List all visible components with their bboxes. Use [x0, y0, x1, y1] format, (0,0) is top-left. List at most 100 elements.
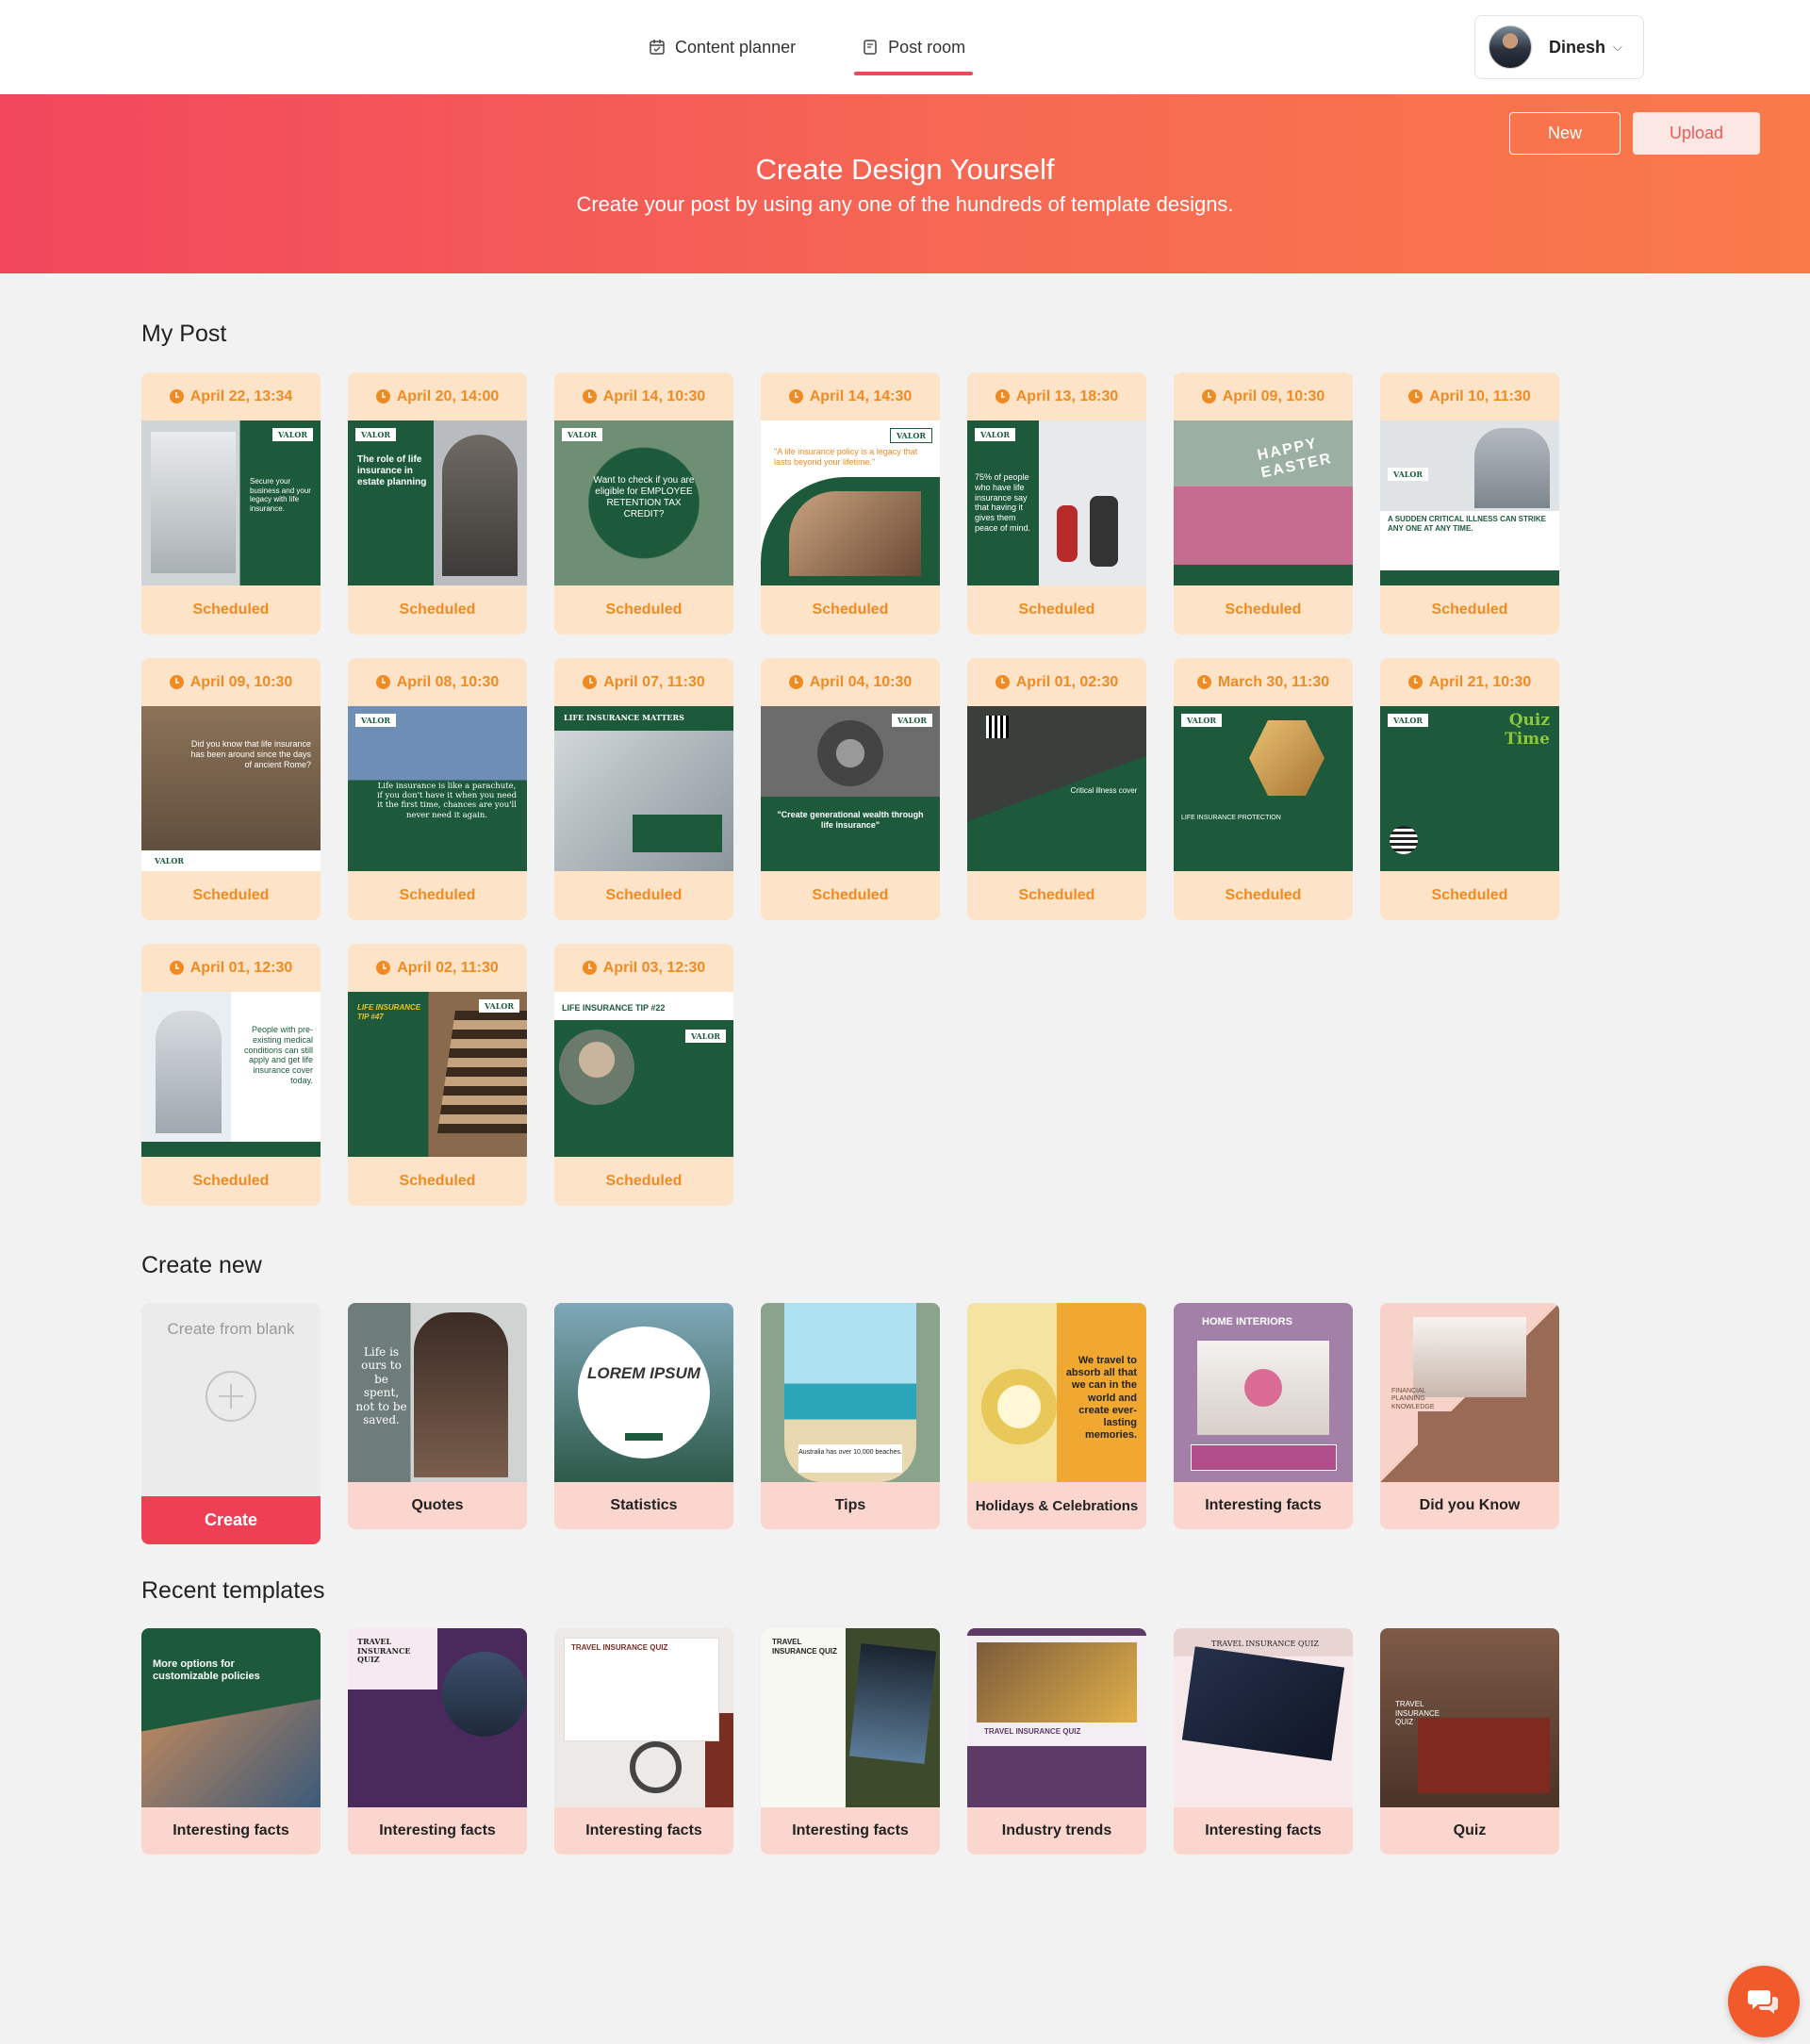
post-date: April 08, 10:30 — [348, 658, 527, 706]
chat-support-button[interactable] — [1728, 1966, 1800, 2037]
post-date-text: April 20, 14:00 — [396, 387, 500, 404]
template-card[interactable]: LOREM IPSUM Statistics — [554, 1303, 733, 1529]
template-card[interactable]: Australia has over 10,000 beaches. Tips — [761, 1303, 940, 1529]
post-date: April 01, 12:30 — [141, 944, 321, 992]
template-card[interactable]: TRAVEL INSURANCE QUIZ Interesting facts — [348, 1628, 527, 1854]
post-date: April 22, 13:34 — [141, 372, 321, 420]
template-card[interactable]: TRAVEL INSURANCE QUIZ Interesting facts — [761, 1628, 940, 1854]
post-headline: A SUDDEN CRITICAL ILLNESS CAN STRIKE ANY… — [1388, 515, 1547, 533]
post-headline: LIFE INSURANCE TIP #22 — [562, 1003, 666, 1013]
post-status: Scheduled — [605, 887, 683, 903]
template-card[interactable]: We travel to absorb all that we can in t… — [967, 1303, 1146, 1529]
post-card[interactable]: April 20, 14:00 VALOR The role of life i… — [348, 372, 527, 635]
create-button[interactable]: Create — [141, 1496, 321, 1544]
post-card[interactable]: April 03, 12:30 LIFE INSURANCE TIP #22 V… — [554, 944, 733, 1206]
post-thumbnail: VALOR "Create generational wealth throug… — [761, 706, 940, 871]
post-card[interactable]: April 10, 11:30 VALOR A SUDDEN CRITICAL … — [1380, 372, 1559, 635]
post-thumbnail: Critical illness cover — [967, 706, 1146, 871]
post-status: Scheduled — [812, 887, 889, 903]
avatar — [1489, 25, 1532, 69]
post-status: Scheduled — [605, 602, 683, 618]
post-card[interactable]: April 09, 10:30 VALOR Did you know that … — [141, 658, 321, 920]
post-thumbnail: VALOR Secure your business and your lega… — [141, 420, 321, 585]
post-date: March 30, 11:30 — [1174, 658, 1353, 706]
template-card[interactable]: FINANCIAL PLANNING KNOWLEDGE Did you Kno… — [1380, 1303, 1559, 1529]
post-status: Scheduled — [1018, 887, 1095, 903]
post-date-text: April 04, 10:30 — [809, 673, 913, 690]
post-status: Scheduled — [1225, 602, 1302, 618]
post-headline: "Create generational wealth through life… — [777, 810, 924, 830]
post-status: Scheduled — [192, 887, 270, 903]
post-card[interactable]: April 22, 13:34 VALOR Secure your busine… — [141, 372, 321, 635]
recent-templates-heading: Recent templates — [141, 1577, 325, 1604]
post-date-text: March 30, 11:30 — [1217, 673, 1330, 690]
template-label: Interesting facts — [1205, 1822, 1322, 1838]
template-thumb-text: Australia has over 10,000 beaches. — [798, 1449, 902, 1456]
post-card[interactable]: April 04, 10:30 VALOR "Create generation… — [761, 658, 940, 920]
hero-banner: New Upload Create Design Yourself Create… — [0, 94, 1810, 273]
template-thumbnail: We travel to absorb all that we can in t… — [967, 1303, 1146, 1482]
post-card[interactable]: April 09, 10:30 HAPPY EASTER Scheduled — [1174, 372, 1353, 635]
post-date: April 13, 18:30 — [967, 372, 1146, 420]
create-from-blank-card[interactable]: Create from blank Create — [141, 1303, 321, 1544]
post-card[interactable]: April 21, 10:30 VALOR Quiz Time Schedule… — [1380, 658, 1559, 920]
post-card[interactable]: April 01, 12:30 People with pre-existing… — [141, 944, 321, 1206]
tab-content-planner-label: Content planner — [675, 37, 797, 57]
post-thumbnail: People with pre-existing medical conditi… — [141, 992, 321, 1157]
template-label: Statistics — [610, 1497, 678, 1513]
template-label: Quotes — [411, 1497, 464, 1513]
post-headline: LIFE INSURANCE TIP #47 — [357, 1003, 421, 1021]
template-card[interactable]: HOME INTERIORS Interesting facts — [1174, 1303, 1353, 1529]
post-card[interactable]: April 14, 10:30 VALOR Want to check if y… — [554, 372, 733, 635]
post-thumbnail: VALOR 75% of people who have life insura… — [967, 420, 1146, 585]
template-thumbnail: FINANCIAL PLANNING KNOWLEDGE — [1380, 1303, 1559, 1482]
clock-icon — [169, 389, 184, 404]
clock-icon — [582, 389, 597, 404]
post-headline: HAPPY EASTER — [1256, 435, 1335, 482]
post-card[interactable]: April 13, 18:30 VALOR 75% of people who … — [967, 372, 1146, 635]
template-thumbnail: TRAVEL INSURANCE QUIZ — [554, 1628, 733, 1807]
clock-icon — [376, 961, 391, 975]
post-status: Scheduled — [192, 1173, 270, 1189]
template-card[interactable]: TRAVEL INSURANCE QUIZ Interesting facts — [554, 1628, 733, 1854]
plus-icon — [206, 1371, 256, 1422]
new-button[interactable]: New — [1509, 112, 1621, 155]
post-date-text: April 01, 12:30 — [189, 959, 293, 976]
valor-logo: VALOR — [1388, 468, 1429, 481]
banner-title: Create Design Yourself — [755, 153, 1055, 186]
template-thumb-text: TRAVEL INSURANCE QUIZ — [984, 1727, 1081, 1736]
tab-content-planner[interactable]: Content planner — [641, 0, 803, 94]
template-card[interactable]: TRAVEL INSURANCE QUIZ Industry trends — [967, 1628, 1146, 1854]
post-date-text: April 03, 12:30 — [602, 959, 706, 976]
template-label: Interesting facts — [1205, 1497, 1322, 1513]
template-card[interactable]: More options for customizable policies I… — [141, 1628, 321, 1854]
tab-post-room[interactable]: Post room — [854, 0, 974, 94]
template-thumbnail: TRAVEL INSURANCE QUIZ — [1380, 1628, 1559, 1807]
post-status: Scheduled — [812, 602, 889, 618]
clock-icon — [1407, 675, 1423, 689]
template-label: Industry trends — [1001, 1822, 1112, 1838]
my-post-heading: My Post — [141, 321, 227, 347]
post-card[interactable]: April 08, 10:30 VALOR Life insurance is … — [348, 658, 527, 920]
post-headline: Did you know that life insurance has bee… — [190, 739, 311, 769]
post-date-text: April 08, 10:30 — [396, 673, 500, 690]
clock-icon — [995, 675, 1010, 689]
post-date-text: April 21, 10:30 — [1428, 673, 1532, 690]
template-label: Did you Know — [1419, 1497, 1521, 1513]
upload-button[interactable]: Upload — [1633, 112, 1760, 155]
post-card[interactable]: April 02, 11:30 VALOR LIFE INSURANCE TIP… — [348, 944, 527, 1206]
template-card[interactable]: Life is ours to be spent, not to be save… — [348, 1303, 527, 1529]
post-card[interactable]: April 07, 11:30 LIFE INSURANCE MATTERS S… — [554, 658, 733, 920]
post-headline: 75% of people who have life insurance sa… — [975, 472, 1031, 533]
post-card[interactable]: April 14, 14:30 VALOR "A life insurance … — [761, 372, 940, 635]
template-card[interactable]: TRAVEL INSURANCE QUIZ Quiz — [1380, 1628, 1559, 1854]
post-card[interactable]: March 30, 11:30 VALOR LIFE INSURANCE PRO… — [1174, 658, 1353, 920]
template-thumbnail: HOME INTERIORS — [1174, 1303, 1353, 1482]
post-card[interactable]: April 01, 02:30 Critical illness cover S… — [967, 658, 1146, 920]
template-label: Interesting facts — [792, 1822, 909, 1838]
clock-icon — [582, 961, 597, 975]
template-card[interactable]: TRAVEL INSURANCE QUIZ Interesting facts — [1174, 1628, 1353, 1854]
post-icon — [864, 40, 877, 55]
post-date-text: April 09, 10:30 — [189, 673, 293, 690]
user-menu[interactable]: Dinesh ⌵ — [1474, 15, 1644, 79]
